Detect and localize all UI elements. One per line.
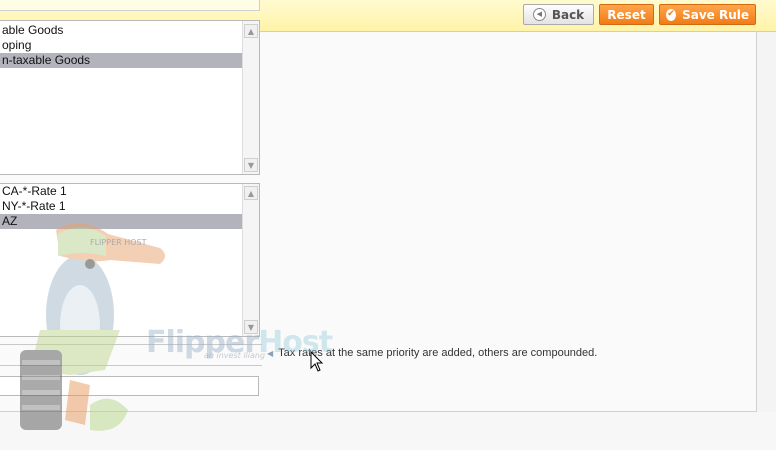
- list-item[interactable]: NY-*-Rate 1: [0, 199, 243, 214]
- scroll-down-icon[interactable]: ▼: [244, 158, 258, 172]
- reset-button-label: Reset: [607, 7, 646, 22]
- note-arrow-icon: ◀: [267, 348, 274, 358]
- priority-field-top-edge: [0, 344, 262, 345]
- priority-note-text: Tax rates at the same priority are added…: [278, 347, 598, 359]
- save-rule-button[interactable]: ✔ Save Rule: [659, 4, 756, 25]
- priority-field-bottom-edge: [0, 365, 262, 366]
- scroll-up-icon[interactable]: ▲: [244, 186, 258, 200]
- back-button[interactable]: ◀ Back: [523, 4, 594, 25]
- scrollbar[interactable]: ▲ ▼: [242, 21, 259, 174]
- scroll-up-icon[interactable]: ▲: [244, 24, 258, 38]
- back-arrow-icon: ◀: [532, 8, 546, 21]
- list-item[interactable]: CA-*-Rate 1: [0, 184, 243, 199]
- tax-rate-select[interactable]: CA-*-Rate 1 NY-*-Rate 1 AZ ▲ ▼: [0, 183, 260, 337]
- product-tax-class-select[interactable]: able Goods oping n-taxable Goods ▲ ▼: [0, 20, 260, 175]
- list-item[interactable]: oping: [0, 38, 243, 53]
- sort-order-input[interactable]: [0, 376, 259, 396]
- back-button-label: Back: [551, 7, 585, 22]
- mouse-cursor-icon: [310, 351, 324, 372]
- page-background-strip: [0, 412, 776, 450]
- list-item[interactable]: able Goods: [0, 23, 243, 38]
- list-item-selected[interactable]: n-taxable Goods: [0, 53, 242, 68]
- reset-button[interactable]: Reset: [599, 4, 654, 25]
- save-button-label: Save Rule: [682, 7, 749, 22]
- scroll-down-icon[interactable]: ▼: [244, 320, 258, 334]
- checkmark-icon: ✔: [666, 8, 677, 21]
- list-item-selected[interactable]: AZ: [0, 214, 242, 229]
- scrollbar[interactable]: ▲ ▼: [242, 184, 259, 336]
- header-field-edge: [0, 0, 260, 11]
